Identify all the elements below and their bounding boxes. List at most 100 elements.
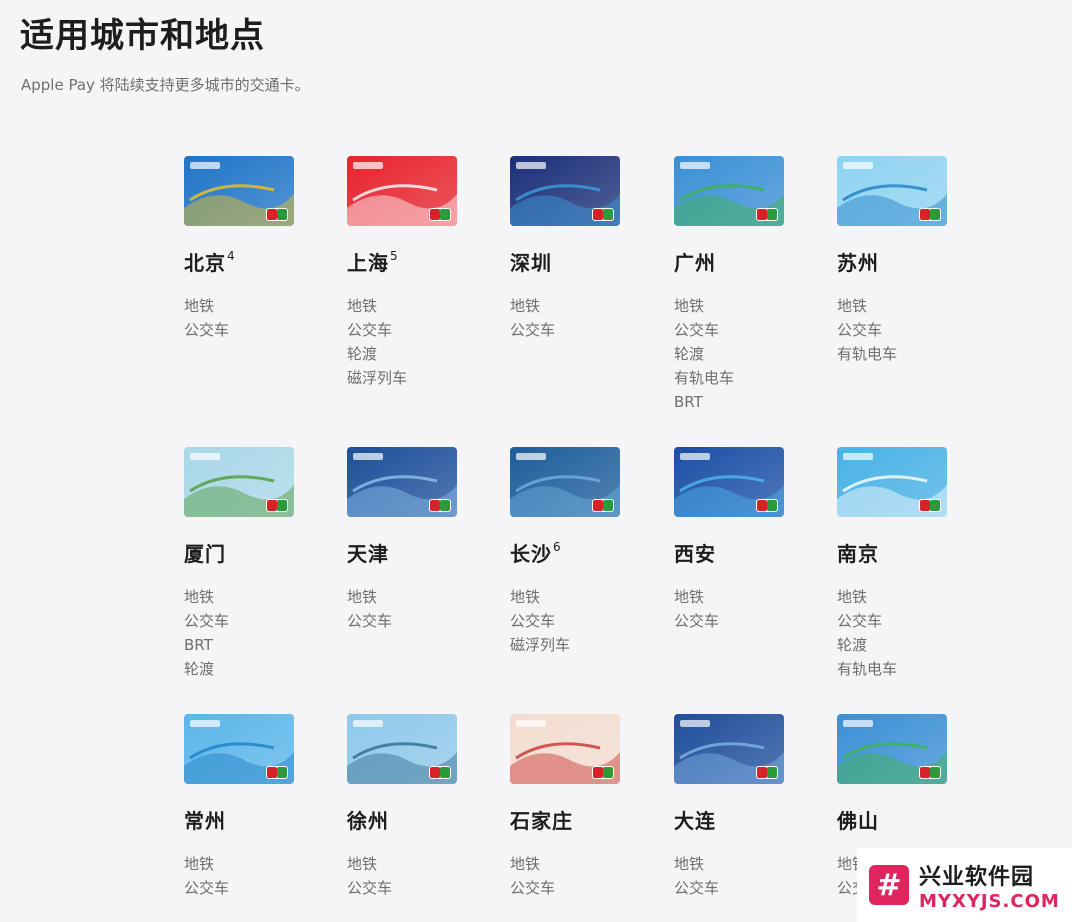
city-name: 徐州: [347, 808, 497, 834]
transit-mode: 地铁: [347, 297, 378, 315]
footnote-marker[interactable]: 6: [553, 541, 562, 567]
tianjin-card-icon: [347, 447, 457, 517]
city-name: 深圳: [510, 250, 660, 276]
transit-mode: 地铁: [674, 297, 705, 315]
transit-mode-list: 地铁 公交车 BRT 轮渡: [184, 585, 334, 681]
transit-mode-list: 地铁公交车: [510, 852, 660, 900]
transit-mode: 有轨电车: [837, 660, 898, 678]
transit-mode: 地铁: [184, 855, 215, 873]
transit-mode: 轮渡: [837, 636, 868, 654]
city-entry: 广州地铁公交车轮渡有轨电车 BRT: [674, 156, 824, 414]
city-entry: 天津 地铁 公交车: [347, 447, 497, 633]
transit-mode-list: 地铁公交车: [510, 294, 660, 342]
city-entry: 厦门地铁 公交车 BRT 轮渡: [184, 447, 334, 681]
transit-mode-list: 地铁公交车轮渡有轨电车: [837, 585, 987, 681]
city-name: 北京 4: [184, 250, 334, 276]
xian-card-icon: [674, 447, 784, 517]
page-title: 适用城市和地点: [20, 16, 265, 56]
transit-mode-list: 地铁公交车: [674, 852, 824, 900]
transit-mode-list: 地铁公交车: [347, 585, 497, 633]
city-name: 厦门: [184, 541, 334, 567]
city-entry: 南京地铁公交车轮渡有轨电车: [837, 447, 987, 681]
transit-mode: 公交车: [184, 879, 230, 897]
city-entry: 上海 5 地铁 公交车 轮渡 磁浮列车: [347, 156, 497, 390]
transit-mode: 地铁: [184, 588, 215, 606]
city-name-text: 厦门: [184, 542, 226, 566]
city-entry: 北京 4 地铁公交车: [184, 156, 334, 342]
transit-mode: 公交车: [510, 321, 556, 339]
transit-mode: 地铁: [510, 297, 541, 315]
city-entry: 大连 地铁 公交车: [674, 714, 824, 900]
transit-mode: 地铁: [837, 297, 868, 315]
transit-mode: 地铁: [674, 588, 705, 606]
dalian-card-icon: [674, 714, 784, 784]
shenzhen-card-icon: [510, 156, 620, 226]
city-name-text: 南京: [837, 542, 879, 566]
xuzhou-card-icon: [347, 714, 457, 784]
footnote-marker[interactable]: 4: [227, 250, 236, 276]
transit-mode: 磁浮列车: [347, 369, 408, 387]
city-name-text: 长沙: [510, 542, 552, 566]
city-name-text: 常州: [184, 809, 226, 833]
city-name-text: 苏州: [837, 251, 879, 275]
transit-mode: BRT: [674, 393, 703, 411]
city-name-text: 深圳: [510, 251, 552, 275]
transit-mode: 有轨电车: [674, 369, 735, 387]
city-name: 上海 5: [347, 250, 497, 276]
city-entry: 石家庄 地铁 公交车: [510, 714, 660, 900]
guangzhou-card-icon: [674, 156, 784, 226]
suzhou-card-icon: [837, 156, 947, 226]
city-name-text: 上海: [347, 251, 389, 275]
transit-mode-list: 地铁 公交车 磁浮列车: [510, 585, 660, 657]
city-entry: 长沙 6 地铁公交车磁浮列车: [510, 447, 660, 657]
city-name-text: 天津: [347, 542, 389, 566]
city-name: 西安: [674, 541, 824, 567]
transit-mode: 地铁: [347, 588, 378, 606]
city-name-text: 西安: [674, 542, 716, 566]
transit-mode: 地铁: [837, 588, 868, 606]
city-entry: 深圳 地铁 公交车: [510, 156, 660, 342]
city-name: 大连: [674, 808, 824, 834]
transit-mode: 轮渡: [347, 345, 378, 363]
transit-mode: 地铁: [184, 297, 215, 315]
transit-mode: 磁浮列车: [510, 636, 571, 654]
city-name: 南京: [837, 541, 987, 567]
transit-mode-list: 地铁公交车: [674, 585, 824, 633]
city-name-text: 大连: [674, 809, 716, 833]
transit-mode: 公交车: [837, 612, 883, 630]
transit-mode: 有轨电车: [837, 345, 898, 363]
watermark-logo-icon: #: [869, 865, 909, 905]
changzhou-card-icon: [184, 714, 294, 784]
transit-mode: 公交车: [674, 879, 720, 897]
city-entry: 徐州 地铁 公交车: [347, 714, 497, 900]
city-name: 石家庄: [510, 808, 660, 834]
transit-mode-list: 地铁 公交车 有轨电车: [837, 294, 987, 366]
transit-mode: 公交车: [674, 321, 720, 339]
transit-mode: 地铁: [347, 855, 378, 873]
page-subtitle: Apple Pay 将陆续支持更多城市的交通卡。: [21, 76, 310, 94]
transit-mode: 公交车: [510, 612, 556, 630]
nanjing-card-icon: [837, 447, 947, 517]
transit-mode-list: 地铁 公交车 轮渡 磁浮列车: [347, 294, 497, 390]
transit-mode-list: 地铁公交车: [184, 852, 334, 900]
transit-mode: 轮渡: [184, 660, 215, 678]
transit-mode-list: 地铁公交车: [184, 294, 334, 342]
transit-mode: 公交车: [510, 879, 556, 897]
transit-mode: 公交车: [184, 321, 230, 339]
transit-mode: 公交车: [674, 612, 720, 630]
transit-mode-list: 地铁公交车: [347, 852, 497, 900]
footnote-marker[interactable]: 5: [390, 250, 399, 276]
transit-mode: 地铁: [510, 588, 541, 606]
city-name-text: 佛山: [837, 809, 879, 833]
transit-mode: 公交车: [347, 879, 393, 897]
city-name: 常州: [184, 808, 334, 834]
beijing-card-icon: [184, 156, 294, 226]
foshan-card-icon: [837, 714, 947, 784]
watermark-text: 兴业软件园 MYXYJS.COM: [919, 859, 1060, 912]
transit-mode: 轮渡: [674, 345, 705, 363]
city-name-text: 广州: [674, 251, 716, 275]
watermark-name: 兴业软件园: [919, 864, 1035, 890]
xiamen-card-icon: [184, 447, 294, 517]
city-name: 佛山: [837, 808, 987, 834]
city-entry: 西安 地铁 公交车: [674, 447, 824, 633]
